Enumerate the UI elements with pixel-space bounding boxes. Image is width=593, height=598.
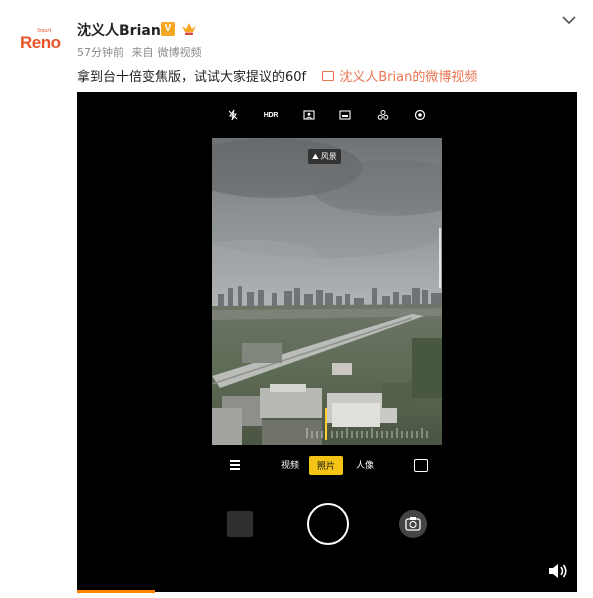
menu-icon[interactable]: [230, 460, 240, 472]
verified-badge: V: [161, 22, 175, 36]
camera-viewfinder[interactable]: ⛰ 风景: [212, 138, 442, 445]
source-prefix: 来自: [131, 46, 154, 59]
exposure-slider[interactable]: [439, 228, 441, 288]
video-icon: [322, 71, 335, 81]
switch-camera-icon: [405, 517, 421, 531]
vip-crown-icon: [182, 23, 196, 35]
zoom-indicator[interactable]: [325, 408, 327, 440]
ai-scene-icon[interactable]: [373, 105, 393, 125]
camera-mode-bar: 视频 照片 人像: [77, 456, 577, 476]
camera-top-toolbar: HDR: [77, 105, 577, 125]
mountain-icon: ⛰: [312, 152, 319, 161]
video-link[interactable]: 沈义人Brian的微博视频: [322, 70, 477, 85]
post-meta: 57分钟前 来自 微博视频: [77, 44, 206, 60]
mode-video[interactable]: 视频: [281, 458, 299, 471]
video-link-label: 沈义人Brian的微博视频: [339, 70, 478, 85]
author-name[interactable]: 沈义人Brian: [77, 20, 161, 40]
camera-lens-icon[interactable]: [414, 459, 428, 472]
portrait-mode-icon[interactable]: [299, 105, 319, 125]
flash-off-icon[interactable]: [223, 105, 243, 125]
mode-portrait[interactable]: 人像: [356, 458, 374, 471]
video-progress-bar[interactable]: [77, 590, 155, 593]
hdr-label[interactable]: HDR: [261, 105, 281, 125]
post-time[interactable]: 57分钟前: [77, 46, 124, 59]
gallery-thumbnail[interactable]: [227, 511, 253, 537]
city-landscape-image: [212, 138, 442, 445]
avatar[interactable]: Smart Reno: [18, 27, 68, 57]
avatar-brand-text: Reno: [20, 33, 61, 52]
shutter-button[interactable]: [307, 503, 349, 545]
post-source[interactable]: 微博视频: [158, 46, 202, 59]
post-text: 拿到台十倍变焦版，试试大家提议的60f: [77, 70, 307, 85]
volume-icon[interactable]: [547, 562, 569, 580]
scene-label-text: 风景: [320, 152, 337, 161]
settings-icon[interactable]: [410, 105, 430, 125]
switch-camera-button[interactable]: [399, 510, 427, 538]
chevron-down-icon[interactable]: [562, 14, 576, 26]
gallery-filter-icon[interactable]: [335, 105, 355, 125]
scene-label: ⛰ 风景: [308, 149, 341, 164]
mode-photo[interactable]: 照片: [309, 456, 344, 475]
video-player[interactable]: HDR ⛰ 风景 视频 照片 人像: [77, 92, 577, 592]
post-content: 拿到台十倍变焦版，试试大家提议的60f 沈义人Brian的微博视频: [77, 66, 477, 85]
